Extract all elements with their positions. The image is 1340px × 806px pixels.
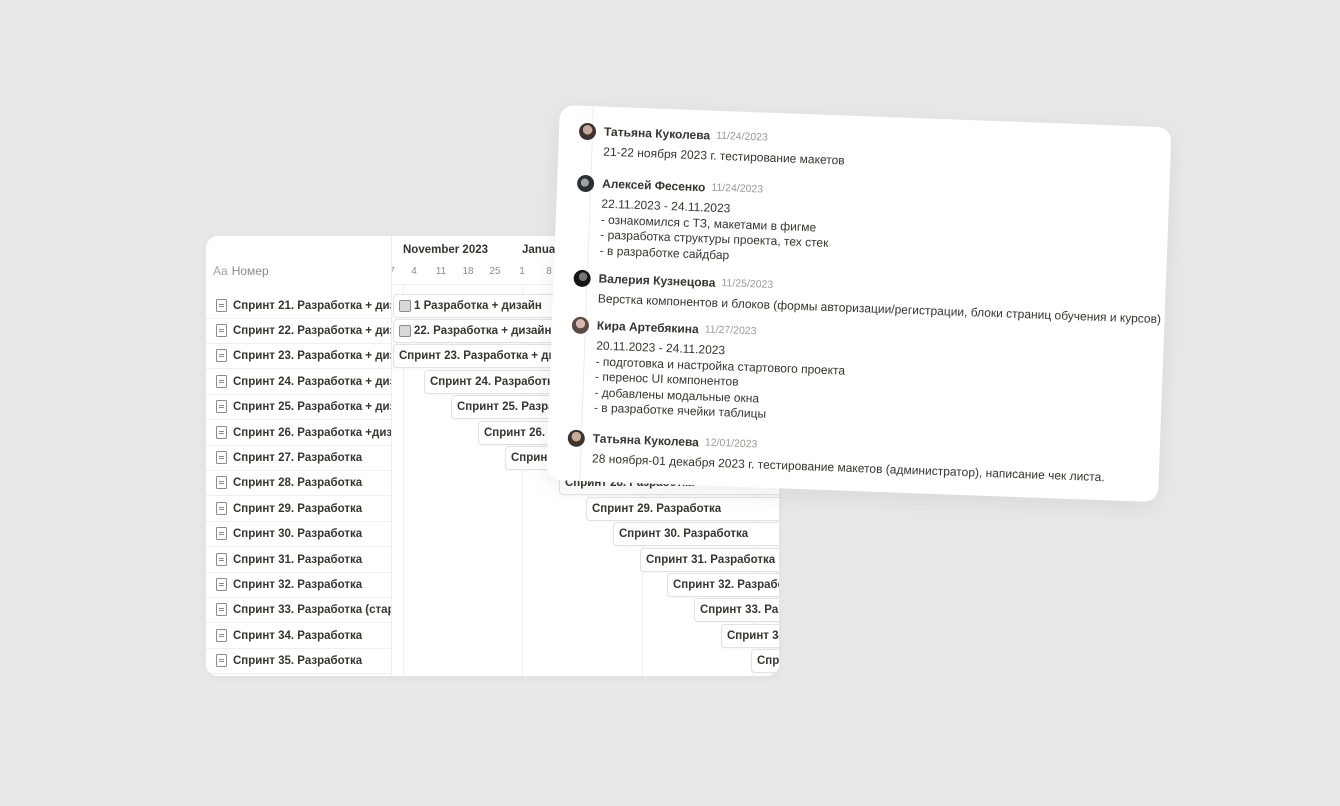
column-header-label: Номер [231, 264, 269, 278]
comment-author[interactable]: Валерия Кузнецова [598, 272, 715, 290]
comment-line: 21-22 ноября 2023 г. тестирование макето… [603, 144, 845, 168]
table-row[interactable]: Спринт 29. Разработка [206, 496, 391, 522]
comment-body: 21-22 ноября 2023 г. тестирование макето… [603, 145, 845, 169]
comment-body: 22.11.2023 - 24.11.2023- ознакомился с Т… [599, 197, 829, 267]
image-icon [399, 300, 411, 312]
timeline-bar[interactable]: Спринт 32. Разработка [667, 573, 779, 597]
table-row[interactable]: Спринт 24. Разработка + дизайн [206, 369, 391, 395]
timeline-bar[interactable]: Спринт 33. Разработка [694, 598, 779, 622]
comment-author[interactable]: Татьяна Куколева [593, 431, 700, 449]
table-row[interactable]: Спринт 21. Разработка + дизайн [206, 293, 391, 319]
bar-label: Спринт 30. Разработка [619, 528, 749, 540]
bar-label: Спринт 34. Разработка [727, 630, 779, 642]
avatar[interactable] [571, 316, 590, 334]
row-title: Спринт 22. Разработка + дизайн [233, 324, 391, 337]
day-label: 8 [546, 266, 552, 277]
table-row[interactable]: Спринт 31. Разработка [206, 547, 391, 573]
comment: Алексей Фесенко 11/24/2023 22.11.2023 - 24… [574, 174, 830, 267]
avatar[interactable] [576, 174, 595, 192]
avatar[interactable] [573, 269, 591, 287]
comment-author[interactable]: Кира Артебякина [597, 319, 699, 337]
table-row[interactable]: Спринт 27. Разработка [206, 445, 391, 471]
page-icon [216, 629, 227, 642]
bar-label: Спринт 29. Разработка [592, 503, 722, 515]
day-label: 4 [411, 266, 417, 277]
table-row[interactable]: Спринт 33. Разработка (старт [206, 597, 391, 623]
image-icon [399, 325, 411, 337]
comment: Кира Артебякина 11/27/2023 20.11.2023 - 24… [569, 316, 847, 425]
day-label: 11 [435, 266, 447, 277]
comment-date: 11/27/2023 [704, 323, 757, 338]
comment-date: 12/01/2023 [704, 436, 758, 451]
row-title: Спринт 23. Разработка + дизайн [233, 349, 391, 362]
row-title: Спринт 30. Разработка [233, 527, 363, 540]
row-title: Спринт 25. Разработка + дизайн [233, 400, 391, 413]
table-row[interactable]: Спринт 30. Разработка [206, 521, 391, 547]
page-icon [216, 527, 227, 540]
page-icon [216, 299, 227, 312]
comments-panel: Татьяна Куколева 11/24/2023 21-22 ноября 2… [546, 105, 1172, 503]
comment-author[interactable]: Татьяна Куколева [604, 125, 711, 143]
page-icon [216, 426, 227, 439]
timeline-bar[interactable]: Спринт 35. Разработка [751, 649, 779, 673]
comment-author[interactable]: Алексей Фесенко [602, 177, 706, 195]
row-title: Спринт 32. Разработка [233, 578, 363, 591]
table-row[interactable]: Спринт 26. Разработка +дизайн [206, 420, 391, 446]
bar-label: 22. Разработка + дизайн [414, 325, 552, 337]
comment-date: 11/24/2023 [711, 181, 764, 196]
page-icon [216, 375, 227, 388]
table-row[interactable]: Спринт 23. Разработка + дизайн [206, 343, 391, 369]
comment-date: 11/24/2023 [715, 129, 769, 144]
avatar[interactable] [578, 122, 597, 140]
bar-label: Спринт 31. Разработка [646, 554, 776, 566]
month-label: November 2023 [403, 244, 489, 256]
page-icon [216, 502, 227, 515]
text-property-icon: Aa [213, 264, 228, 278]
page-icon [216, 349, 227, 362]
bar-label: Спринт 35. Разработка [757, 655, 779, 667]
table-row[interactable]: Спринт 32. Разработка [206, 572, 391, 598]
avatar[interactable] [567, 429, 586, 447]
row-title: Спринт 35. Разработка [233, 654, 363, 667]
table-row[interactable]: Спринт 28. Разработка [206, 470, 391, 496]
table-row[interactable]: Спринт 22. Разработка + дизайн [206, 318, 391, 344]
comment: Татьяна Куколева 11/24/2023 21-22 ноября 2… [578, 122, 846, 169]
page-icon [216, 400, 227, 413]
comment-date: 11/25/2023 [721, 277, 774, 291]
timeline-bar[interactable]: Спринт 29. Разработка [586, 497, 779, 521]
timeline-bar[interactable]: Спринт 31. Разработка [640, 548, 779, 572]
page-icon [216, 324, 227, 337]
table-row[interactable]: Спринт 34. Разработка [206, 623, 391, 649]
comment-body: 20.11.2023 - 24.11.2023- подготовка и на… [594, 338, 846, 425]
row-title: Спринт 26. Разработка +дизайн [233, 426, 391, 439]
row-title: Спринт 33. Разработка (старт [233, 603, 391, 616]
page-icon [216, 603, 227, 616]
timeline-table: AaНомер Спринт 21. Разработка + дизайн Сп… [206, 236, 392, 676]
day-label: 18 [462, 266, 474, 277]
table-row[interactable]: Спринт 35. Разработка [206, 648, 391, 674]
timeline-bar[interactable]: Спринт 30. Разработка [613, 522, 779, 546]
bar-label: Спринт 32. Разработка [673, 579, 779, 591]
page-icon [216, 654, 227, 667]
column-header[interactable]: Aa Номер [213, 264, 269, 278]
bar-label: Спринт 33. Разработка [700, 604, 779, 616]
row-title: Спринт 28. Разработка [233, 476, 363, 489]
table-row[interactable]: Спринт 25. Разработка + дизайн [206, 394, 391, 420]
bar-label: 1 Разработка + дизайн [414, 300, 542, 312]
page-icon [216, 553, 227, 566]
comment: Татьяна Куколева 12/01/2023 28 ноября-01 д… [567, 429, 1106, 486]
row-title: Спринт 24. Разработка + дизайн [233, 375, 391, 388]
day-label: 1 [519, 266, 525, 277]
page-icon [216, 578, 227, 591]
row-title: Спринт 31. Разработка [233, 553, 363, 566]
row-title: Спринт 27. Разработка [233, 451, 363, 464]
page-icon [216, 451, 227, 464]
page-icon [216, 476, 227, 489]
row-title: Спринт 29. Разработка [233, 502, 363, 515]
timeline-bar[interactable]: Спринт 34. Разработка [721, 624, 779, 648]
row-title: Спринт 21. Разработка + дизайн [233, 299, 391, 312]
row-title: Спринт 34. Разработка [233, 629, 363, 642]
day-label: 25 [489, 266, 501, 277]
